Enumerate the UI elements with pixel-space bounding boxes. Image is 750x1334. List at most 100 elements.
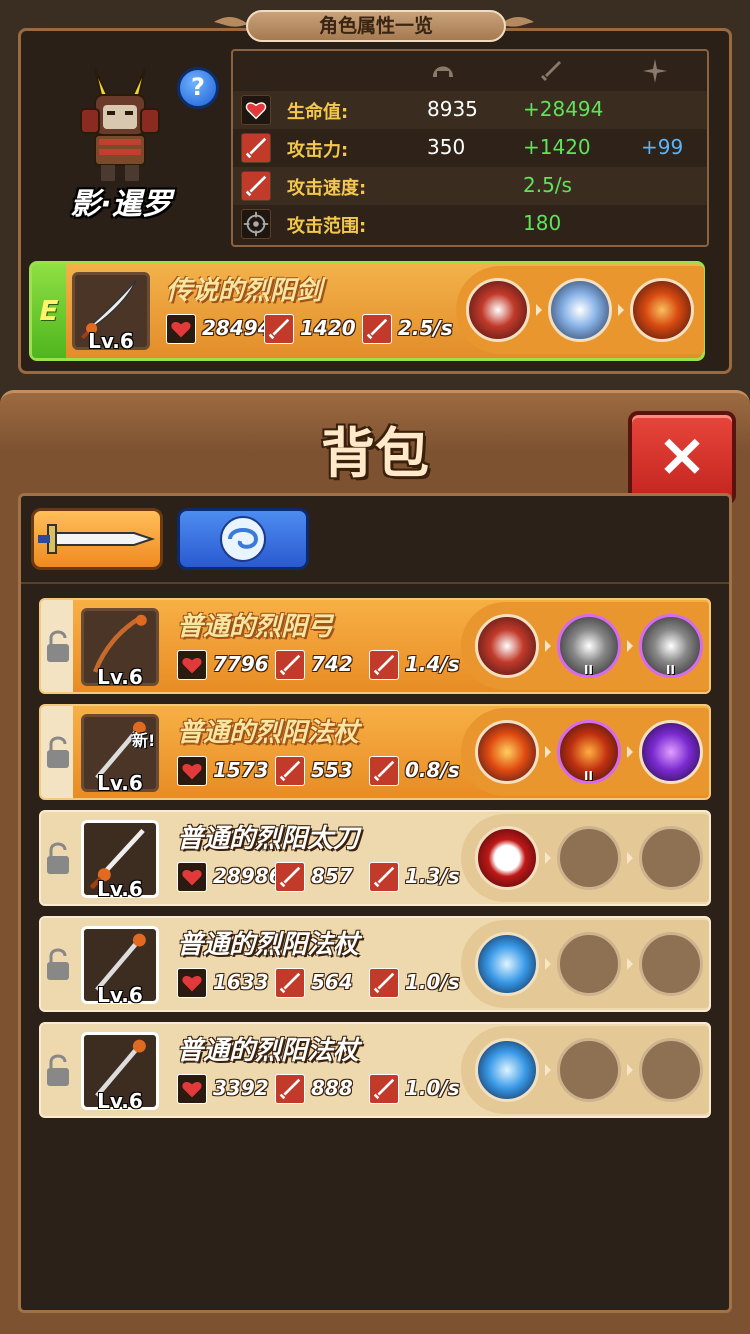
purple-orb-icon[interactable] [639,720,703,784]
weapon-thumbnail: Lv.6 [72,272,150,353]
list-item[interactable]: Lv.6 普通的烈阳太刀 28986 857 1.3/s [39,810,711,906]
sword-icon [38,524,156,554]
stat-bonus-value: +1420 [523,135,591,159]
chevron-right-icon [536,304,542,316]
arrow-icon[interactable] [475,614,539,678]
stat-row-hp: 生命值: 8935 +28494 [233,91,707,129]
close-button[interactable]: × [628,411,736,505]
sword-icon [369,650,399,680]
lightning-icon[interactable] [548,278,612,342]
item-skills [461,920,709,1008]
equipped-weapon-name: 传说的烈阳剑 [166,276,323,306]
chevron-right-icon [627,852,633,864]
sword-icon [275,1074,305,1104]
unlock-icon[interactable] [45,840,71,876]
sword-icon [369,862,399,892]
ice-ball-icon[interactable] [475,1038,539,1102]
rank-ii-icon: II [584,663,593,677]
equipped-weapon[interactable]: E Lv.6 传说的烈阳剑 28494 1420 2.5/s [29,261,705,361]
tab-weapons[interactable] [31,508,163,570]
chevron-right-icon [545,640,551,652]
sword-icon [369,968,399,998]
sword-icon [241,171,271,201]
item-skills: II [461,708,709,796]
sword-icon [264,314,294,344]
samurai-avatar-icon [80,68,160,181]
sword-icon [275,862,305,892]
hp-value: 1573 [213,758,269,782]
triple-spike-icon[interactable]: II [639,614,703,678]
list-item[interactable]: Lv.6 普通的烈阳法杖 1633 564 1.0/s [39,916,711,1012]
speed-value: 1.4/s [405,652,460,676]
flame-pillar-icon[interactable]: II [557,720,621,784]
crescent-icon[interactable] [475,826,539,890]
weapon-thumbnail: Lv.6 [81,926,159,1007]
item-name: 普通的烈阳太刀 [177,824,360,854]
speed-value: 1.0/s [405,1076,460,1100]
fireball-icon[interactable] [475,720,539,784]
item-skills: II II [461,602,709,690]
heart-icon [177,650,207,680]
attack-value: 888 [311,1076,353,1100]
chevron-right-icon [627,746,633,758]
weapon-level: Lv.6 [97,983,143,1007]
rank-ii-icon: II [584,769,593,783]
list-item[interactable]: Lv.6 普通的烈阳法杖 3392 888 1.0/s [39,1022,711,1118]
equipped-skills [456,266,704,354]
chevron-right-icon [627,1064,633,1076]
chevron-right-icon [545,958,551,970]
character-panel: ? 影·暹罗 生命值: 8935 +28494 攻击力: 350 +1420 +… [18,28,732,374]
weapon-thumbnail: Lv.6 [81,1032,159,1113]
item-name: 普通的烈阳法杖 [177,718,360,748]
stat-base-value: 8935 [427,97,478,121]
chevron-right-icon [545,1064,551,1076]
divider [21,582,729,584]
weapon-thumbnail: 新! Lv.6 [81,714,159,795]
stats-table: 生命值: 8935 +28494 攻击力: 350 +1420 +99 攻击速度… [231,49,709,247]
list-item[interactable]: 新! Lv.6 普通的烈阳法杖 1573 553 0.8/s II [39,704,711,800]
heart-icon [177,862,207,892]
heart-icon [166,314,196,344]
stat-row-attack: 攻击力: 350 +1420 +99 [233,129,707,167]
stat-label: 攻击范围: [287,216,367,237]
swirl-orb-icon [220,516,266,562]
sword-icon [241,133,271,163]
weapon-thumbnail: Lv.6 [81,608,159,689]
unlock-icon[interactable] [45,946,71,982]
unlock-icon[interactable] [45,628,71,664]
help-button[interactable]: ? [177,67,219,109]
stat-label: 攻击力: [287,140,349,161]
stat-extra-value: +99 [641,135,684,159]
speed-value: 1.0/s [405,970,460,994]
sword-icon [275,650,305,680]
ice-ball-icon[interactable] [475,932,539,996]
empty-slot-icon [557,932,621,996]
bag-panel: 背包 × Lv.6 普通的烈阳弓 7796 742 1.4/s II II 新!… [0,390,750,1334]
item-name: 普通的烈阳法杖 [177,1036,360,1066]
character-name: 影·暹罗 [70,187,172,222]
attack-value: 553 [311,758,353,782]
empty-slot-icon [639,826,703,890]
stat-bonus-value: 180 [523,211,562,235]
hp-value: 1633 [213,970,269,994]
list-item[interactable]: Lv.6 普通的烈阳弓 7796 742 1.4/s II II [39,598,711,694]
fire-triple-icon[interactable] [630,278,694,342]
arrow-dash-icon[interactable] [466,278,530,342]
unlock-icon[interactable] [45,1052,71,1088]
stats-header [233,51,707,91]
chevron-right-icon [618,304,624,316]
speed-value: 2.5/s [398,316,453,340]
stat-label: 攻击速度: [287,178,367,199]
tab-skills[interactable] [177,508,309,570]
stat-row-range: 攻击范围: 180 [233,205,707,243]
item-name: 普通的烈阳弓 [177,612,334,642]
spike-ball-icon[interactable]: II [557,614,621,678]
ribbon-ornament-left-icon [214,17,248,27]
attack-value: 742 [311,652,353,676]
sword-icon [369,756,399,786]
heart-icon [241,95,271,125]
hp-value: 3392 [213,1076,269,1100]
unlock-icon[interactable] [45,734,71,770]
sparkle-icon [643,59,667,83]
hp-value: 28986 [213,864,283,888]
